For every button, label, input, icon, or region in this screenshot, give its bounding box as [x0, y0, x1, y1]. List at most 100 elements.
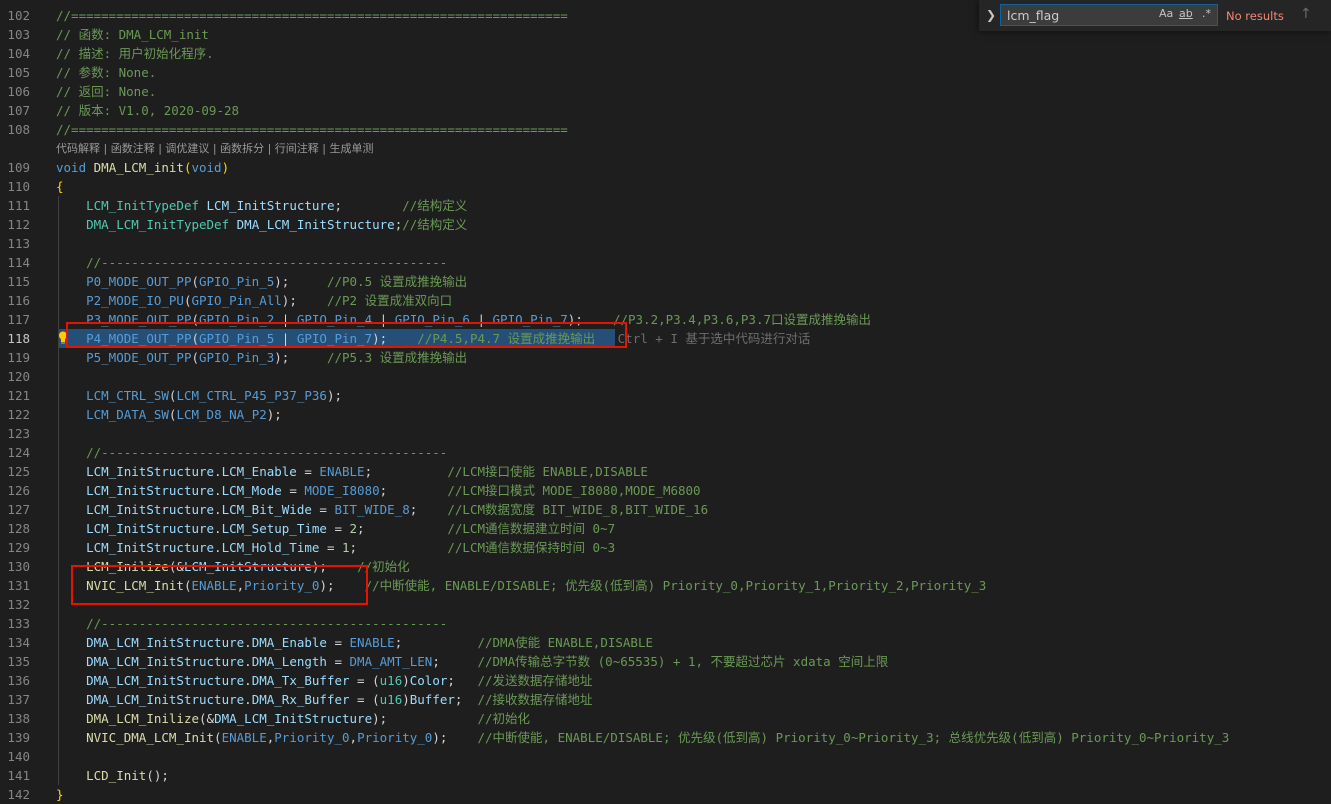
line-number: 106 — [7, 84, 30, 99]
line-number: 120 — [7, 369, 30, 384]
code-token: //LCM通信数据保持时间 0~3 — [447, 540, 616, 555]
code-text: DMA_LCM_InitStructure.DMA_Length = DMA_A… — [56, 652, 888, 671]
line-number: 109 — [7, 160, 30, 175]
code-token: //P5.3 设置成推挽输出 — [326, 350, 468, 365]
code-token: // 描述: 用户初始化程序. — [56, 46, 214, 61]
code-line: 111 LCM_InitTypeDef LCM_InitStructure; /… — [0, 196, 1331, 215]
code-token: LCM_Setup_Time — [221, 521, 327, 536]
code-text: // 版本: V1.0, 2020-09-28 — [56, 101, 239, 120]
code-token: LCM_Mode — [221, 483, 282, 498]
code-token: ( — [214, 730, 222, 745]
code-line: 141 LCD_Init(); — [0, 766, 1331, 785]
code-text: // 描述: 用户初始化程序. — [56, 44, 214, 63]
code-token: u16 — [379, 692, 403, 707]
code-token: //初始化 — [477, 711, 531, 726]
code-token: ( — [191, 350, 199, 365]
code-token: . — [214, 502, 222, 517]
code-token: { — [56, 179, 64, 194]
code-token: //结构定义 — [402, 217, 468, 232]
line-number: 142 — [7, 787, 30, 802]
code-editor[interactable]: 102 //===================================… — [0, 0, 1331, 802]
code-token: GPIO_Pin_3 — [199, 350, 275, 365]
code-token: DMA_LCM_InitTypeDef — [86, 217, 230, 232]
codelens-actions[interactable]: 代码解释 | 函数注释 | 调优建议 | 函数拆分 | 行间注释 | 生成单测 — [56, 141, 374, 156]
code-token: ); — [274, 350, 327, 365]
code-token: DMA_LCM_InitStructure — [236, 217, 395, 232]
line-number: 127 — [7, 502, 30, 517]
line-number: 132 — [7, 597, 30, 612]
line-number: 118 — [7, 331, 30, 346]
code-token: , — [349, 730, 358, 745]
code-token: P5_MODE_OUT_PP — [86, 350, 192, 365]
code-line: 136 DMA_LCM_InitStructure.DMA_Tx_Buffer … — [0, 671, 1331, 690]
whole-word-toggle[interactable]: ab — [1179, 7, 1193, 20]
code-text: { — [56, 177, 64, 196]
line-number: 112 — [7, 217, 30, 232]
code-token: //中断使能, ENABLE/DISABLE; 优先级(低到高) Priorit… — [364, 578, 987, 593]
arrow-up-icon[interactable]: ↑ — [1300, 6, 1312, 22]
code-token: DMA_LCM_Inilize — [86, 711, 199, 726]
code-token: DMA_LCM_InitStructure — [86, 654, 245, 669]
code-token: (); — [146, 768, 169, 783]
code-text: LCM_InitStructure.LCM_Mode = MODE_I8080;… — [56, 481, 700, 500]
code-token: ; — [409, 502, 448, 517]
indent-guide — [58, 196, 59, 785]
code-token: (& — [199, 711, 215, 726]
code-token: // 参数: None. — [56, 65, 157, 80]
code-line: 134 DMA_LCM_InitStructure.DMA_Enable = E… — [0, 633, 1331, 652]
line-number: 137 — [7, 692, 30, 707]
code-line: 126 LCM_InitStructure.LCM_Mode = MODE_I8… — [0, 481, 1331, 500]
line-number: 133 — [7, 616, 30, 631]
code-token: LCM_InitStructure — [86, 521, 215, 536]
code-text: //--------------------------------------… — [56, 443, 447, 462]
code-text: // 返回: None. — [56, 82, 156, 101]
code-token: //中断使能, ENABLE/DISABLE; 优先级(低到高) Priorit… — [477, 730, 1230, 745]
code-line: 129 LCM_InitStructure.LCM_Hold_Time = 1;… — [0, 538, 1331, 557]
match-case-toggle[interactable]: Aa — [1159, 7, 1173, 20]
code-line: 107 // 版本: V1.0, 2020-09-28 — [0, 101, 1331, 120]
line-number: 135 — [7, 654, 30, 669]
code-token: = — [311, 502, 335, 517]
code-token: LCM_Hold_Time — [221, 540, 320, 555]
code-token: ) — [402, 692, 410, 707]
code-token: . — [244, 654, 252, 669]
code-token: = — [281, 483, 305, 498]
chevron-right-icon[interactable]: ❯ — [986, 8, 996, 22]
code-text: LCM_InitStructure.LCM_Enable = ENABLE; /… — [56, 462, 648, 481]
line-number: 128 — [7, 521, 30, 536]
code-token: LCM_Enable — [221, 464, 297, 479]
code-token: void — [191, 160, 222, 175]
line-number: 121 — [7, 388, 30, 403]
code-token: DMA_AMT_LEN — [349, 654, 433, 669]
code-text: // 函数: DMA_LCM_init — [56, 25, 209, 44]
code-token: ); — [372, 711, 478, 726]
code-text: P0_MODE_OUT_PP(GPIO_Pin_5); //P0.5 设置成推挽… — [56, 272, 467, 291]
line-number: 116 — [7, 293, 30, 308]
regex-toggle[interactable]: .* — [1202, 7, 1211, 20]
line-number: 119 — [7, 350, 30, 365]
code-token: DMA_Rx_Buffer — [251, 692, 350, 707]
code-line: 113 — [0, 234, 1331, 253]
code-token: Buffer — [409, 692, 455, 707]
code-text: DMA_LCM_InitTypeDef DMA_LCM_InitStructur… — [56, 215, 467, 234]
code-line: 110 { — [0, 177, 1331, 196]
line-number: 107 — [7, 103, 30, 118]
inline-chat-hint: Ctrl + I 基于选中代码进行对话 — [617, 331, 811, 346]
code-token: //P0.5 设置成推挽输出 — [326, 274, 468, 289]
code-token: ; — [334, 198, 403, 213]
line-number: 102 — [7, 8, 30, 23]
code-token: = — [326, 521, 350, 536]
code-token: DMA_LCM_init — [93, 160, 184, 175]
code-token: ; — [379, 483, 448, 498]
code-text: DMA_LCM_InitStructure.DMA_Tx_Buffer = (u… — [56, 671, 592, 690]
code-token: BIT_WIDE_8 — [334, 502, 410, 517]
code-token: ; — [454, 692, 478, 707]
code-token: //P3.2,P3.4,P3.6,P3.7口设置成推挽输出 — [612, 312, 871, 327]
code-token: LCM_InitStructure — [86, 540, 215, 555]
